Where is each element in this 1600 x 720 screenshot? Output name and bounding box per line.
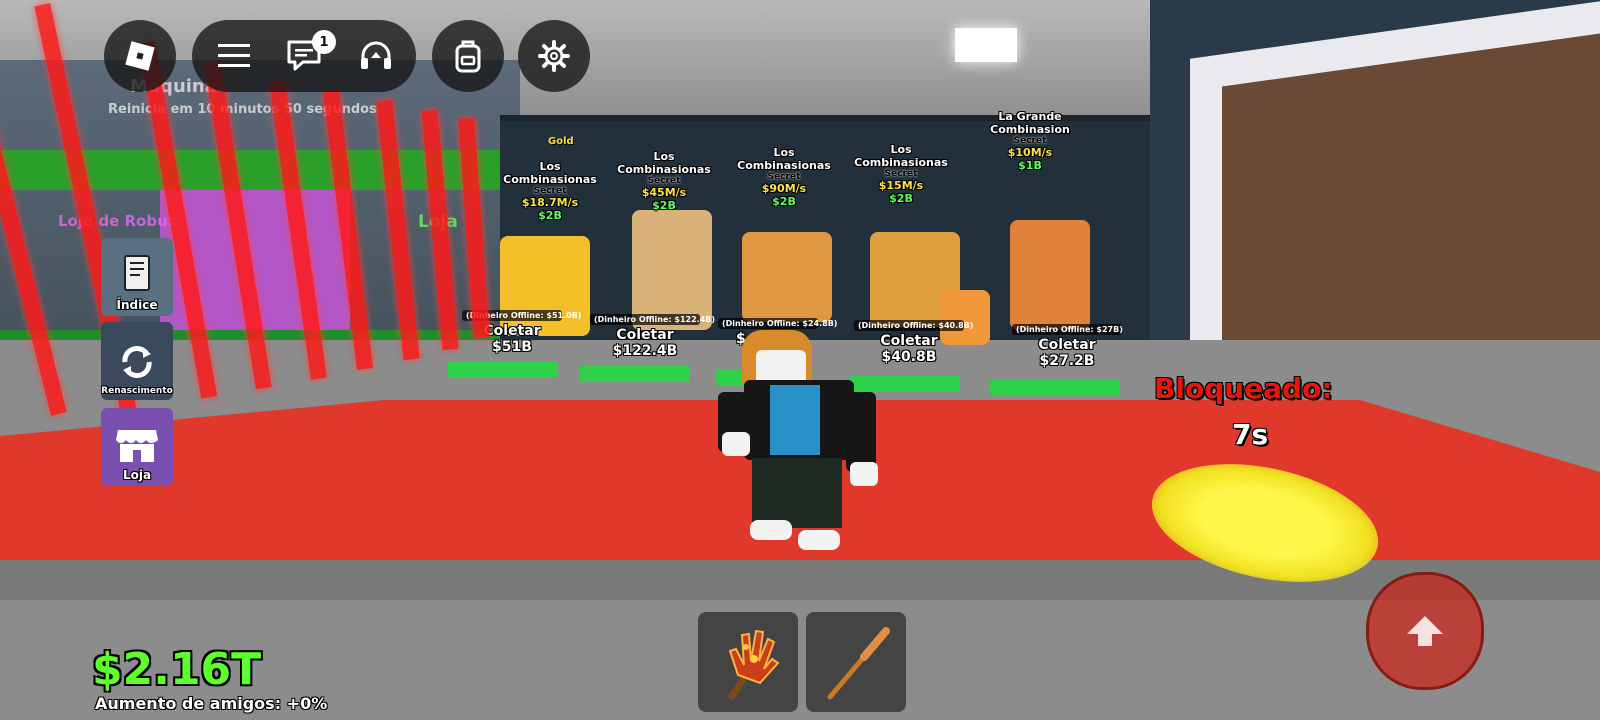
- brainrot-label: Los Combinasionas Secret $90M/s $2B: [730, 146, 838, 208]
- gold-tag: Gold: [548, 136, 574, 147]
- brainrot-label: La Grande Combinasion Secret $10M/s $1B: [960, 110, 1100, 172]
- brainrot-rate: $15M/s: [878, 179, 924, 192]
- voice-button[interactable]: [348, 28, 404, 84]
- player-hand: [850, 462, 878, 486]
- collect-amount: $27.2B: [1039, 353, 1095, 369]
- brainrot-label: Los Combinasionas Secret $18.7M/s $2B: [500, 160, 600, 222]
- brainrot-price: $2B: [652, 199, 676, 212]
- rebirth-label: Renascimento: [101, 386, 173, 396]
- collect-amount: $51B: [492, 339, 532, 355]
- brainrot-name: La Grande Combinasion: [990, 110, 1070, 136]
- refresh-icon: [122, 346, 152, 378]
- lava-glove-icon: [727, 629, 780, 701]
- collect-pad[interactable]: [580, 366, 690, 382]
- brainrot-rarity: Secret: [884, 169, 918, 179]
- friends-boost: Aumento de amigos: +0%: [95, 694, 328, 713]
- brainrot-rate: $90M/s: [761, 182, 807, 195]
- hotbar-slot-2[interactable]: [806, 612, 906, 712]
- index-button[interactable]: Índice: [101, 238, 173, 316]
- collect-pad[interactable]: [990, 380, 1120, 396]
- shop-button[interactable]: Loja: [101, 408, 173, 486]
- money-display: $2.16T: [92, 644, 262, 695]
- brainrot-rarity: Secret: [767, 172, 801, 182]
- headset-icon: [361, 41, 391, 69]
- brainrot-character[interactable]: [1010, 220, 1090, 330]
- ceiling-light: [955, 28, 1017, 62]
- player-hand: [722, 432, 750, 456]
- brainrot-rarity: Secret: [1013, 136, 1047, 146]
- bat-icon: [827, 627, 890, 700]
- robux-shop-sign: Loja de Robux: [58, 212, 178, 230]
- book-icon: [124, 255, 150, 291]
- hotbar-slot-1[interactable]: [698, 612, 798, 712]
- menu-icon: [218, 44, 250, 67]
- game-viewport[interactable]: Maquina Reinicia em 10 minutos 50 segund…: [0, 0, 1600, 720]
- offline-money: (Dinheiro Offline: $40.8B): [854, 320, 973, 331]
- menu-button[interactable]: [206, 28, 262, 84]
- brainrot-rate: $45M/s: [641, 186, 687, 199]
- collect-label: Coletar: [616, 327, 674, 343]
- player-shirt: [770, 385, 820, 455]
- player-shoe: [798, 530, 840, 550]
- collect-pad[interactable]: [850, 376, 960, 392]
- brainrot-label: Los Combinasionas Secret $45M/s $2B: [614, 150, 714, 212]
- brainrot-name: Los Combinasionas: [737, 146, 831, 172]
- base-lock-label: Bloqueado:: [1154, 372, 1333, 405]
- arrow-up-icon: [1407, 616, 1443, 646]
- brainrot-name: Los Combinasionas: [854, 143, 948, 169]
- brainrot-price: $2B: [889, 192, 913, 205]
- collect-amount: $40.8B: [881, 349, 937, 365]
- brainrot-price: $1B: [1018, 159, 1042, 172]
- store-icon: [116, 430, 158, 462]
- brainrot-rarity: Secret: [647, 176, 681, 186]
- roblox-logo-icon: [125, 41, 155, 71]
- brainrot-character[interactable]: [742, 232, 832, 322]
- backpack-icon: [455, 40, 481, 73]
- brainrot-rarity: Secret: [533, 186, 567, 196]
- backpack-button[interactable]: [432, 20, 504, 92]
- shop-label: Loja: [122, 468, 152, 482]
- player-shoe: [750, 520, 792, 540]
- brainrot-name: Los Combinasionas: [503, 160, 597, 186]
- jump-button[interactable]: [1366, 572, 1484, 690]
- roblox-menu-button[interactable]: [104, 20, 176, 92]
- brainrot-character[interactable]: [632, 210, 712, 330]
- brainrot-price: $2B: [538, 209, 562, 222]
- brainrot-name: Los Combinasionas: [617, 150, 711, 176]
- base-lock-timer: 7s: [1232, 418, 1269, 451]
- brainrot-rate: $18.7M/s: [521, 196, 579, 209]
- offline-money: (Dinheiro Offline: $27B): [1012, 324, 1123, 335]
- collect-amount: $122.4B: [612, 343, 678, 359]
- collect-pad[interactable]: [448, 362, 558, 378]
- index-label: Índice: [116, 298, 158, 312]
- settings-button[interactable]: [518, 20, 590, 92]
- offline-money: (Dinheiro Offline: $122.4B): [590, 314, 715, 325]
- player-legs: [752, 458, 842, 528]
- collect-label: Coletar: [1038, 337, 1096, 353]
- rebirth-button[interactable]: Renascimento: [101, 322, 173, 400]
- collect-label: Coletar: [880, 333, 938, 349]
- chat-notification-badge: 1: [312, 30, 336, 54]
- brainrot-price: $2B: [772, 195, 796, 208]
- collect-button[interactable]: (Dinheiro Offline: $40.8B) Coletar $40.8…: [854, 320, 973, 365]
- player-arm: [846, 392, 876, 472]
- brainrot-rate: $10M/s: [1007, 146, 1053, 159]
- collect-button[interactable]: (Dinheiro Offline: $27B) Coletar $27.2B: [1012, 324, 1123, 369]
- collect-button[interactable]: (Dinheiro Offline: $122.4B) Coletar $122…: [590, 314, 715, 359]
- gear-icon: [538, 40, 570, 72]
- offline-money: (Dinheiro Offline: $24.8B): [718, 318, 837, 329]
- brainrot-label: Los Combinasionas Secret $15M/s $2B: [846, 143, 956, 205]
